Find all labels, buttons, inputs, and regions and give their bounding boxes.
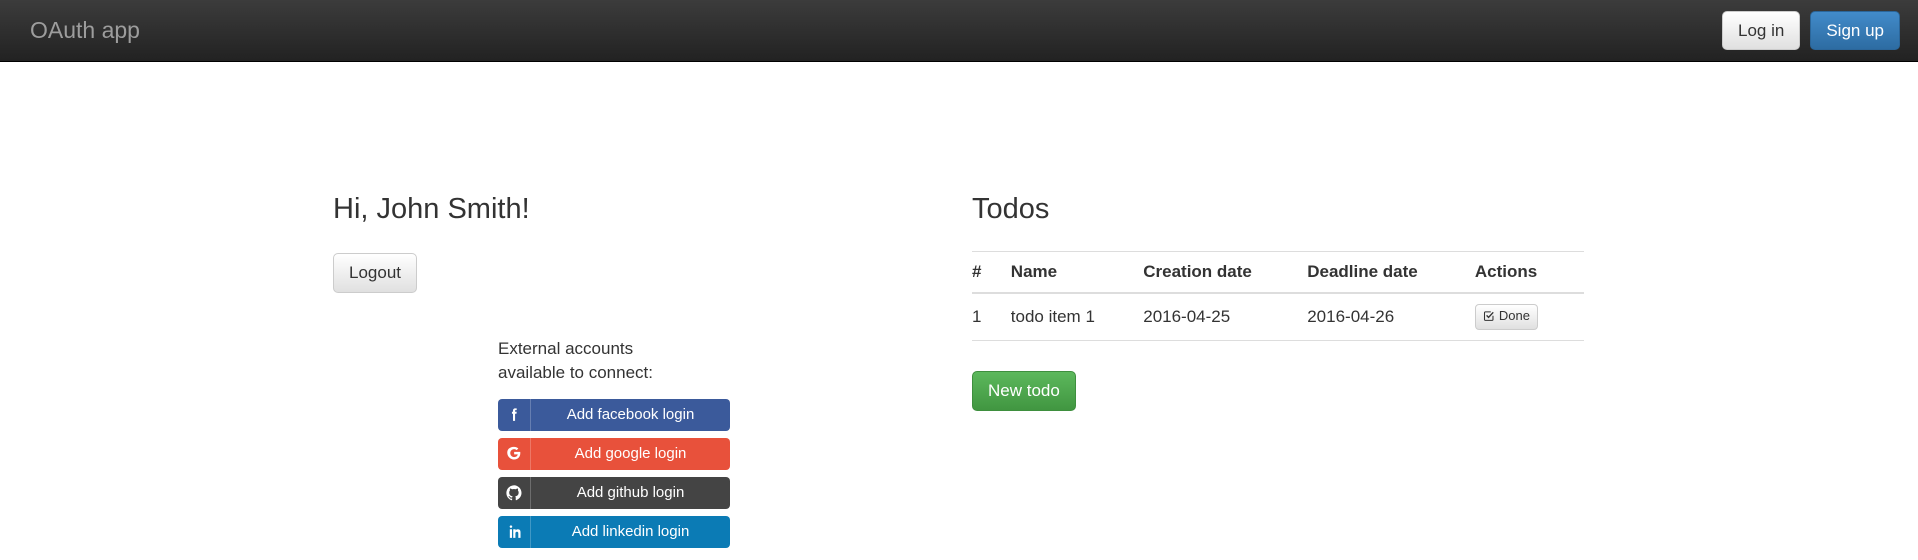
cell-number: 1 <box>972 292 1011 342</box>
add-linkedin-login-label: Add linkedin login <box>571 522 690 540</box>
cell-creation-date: 2016-04-25 <box>1143 292 1308 342</box>
todos-header-row: # Name Creation date Deadline date Actio… <box>972 250 1584 294</box>
column-header-deadline-date: Deadline date <box>1307 250 1475 294</box>
check-square-icon <box>1483 309 1495 327</box>
todos-panel: Todos # Name Creation date Deadline date… <box>972 193 1584 411</box>
navbar-actions: Log in Sign up <box>1722 0 1900 61</box>
new-todo-button[interactable]: New todo <box>972 371 1076 411</box>
new-todo-wrapper: New todo <box>972 371 1584 411</box>
page-container: Hi, John Smith! Logout External accounts… <box>0 62 1918 560</box>
cell-name: todo item 1 <box>1010 292 1144 342</box>
todos-table-body: 1 todo item 1 2016-04-25 2016-04-26 Done <box>972 292 1584 342</box>
todos-heading: Todos <box>972 193 1050 225</box>
navbar-brand-link[interactable]: OAuth app <box>15 0 155 61</box>
add-facebook-login-label: Add facebook login <box>566 405 695 423</box>
add-github-login-button[interactable]: Add github login <box>498 476 730 509</box>
linkedin-icon <box>498 515 531 548</box>
column-header-actions: Actions <box>1474 250 1584 294</box>
external-accounts-label: External accounts available to connect: <box>498 338 653 383</box>
external-accounts-section: External accounts available to connect: … <box>498 337 783 548</box>
table-row: 1 todo item 1 2016-04-25 2016-04-26 Done <box>972 292 1584 342</box>
add-linkedin-login-button[interactable]: Add linkedin login <box>498 515 730 548</box>
mark-done-button[interactable]: Done <box>1474 303 1538 331</box>
account-panel: Hi, John Smith! Logout External accounts… <box>333 193 773 555</box>
column-header-number: # <box>972 250 1011 294</box>
sign-up-button[interactable]: Sign up <box>1810 10 1900 51</box>
cell-actions: Done <box>1474 292 1584 342</box>
facebook-icon <box>498 398 531 431</box>
top-navbar: OAuth app Log in Sign up <box>0 0 1918 62</box>
cell-deadline-date: 2016-04-26 <box>1307 292 1475 342</box>
add-facebook-login-button[interactable]: Add facebook login <box>498 398 730 431</box>
add-google-login-label: Add google login <box>574 444 687 462</box>
social-provider-list: Add facebook login Add google login Add … <box>498 398 783 548</box>
log-in-button[interactable]: Log in <box>1722 10 1801 51</box>
todos-table-head: # Name Creation date Deadline date Actio… <box>972 250 1584 294</box>
logout-button-wrapper: Logout <box>333 252 773 293</box>
column-header-creation-date: Creation date <box>1143 250 1308 294</box>
column-header-name: Name <box>1010 250 1144 294</box>
todos-table: # Name Creation date Deadline date Actio… <box>972 250 1584 342</box>
logout-button[interactable]: Logout <box>333 252 417 293</box>
google-icon <box>498 437 531 470</box>
add-github-login-label: Add github login <box>576 483 685 501</box>
add-google-login-button[interactable]: Add google login <box>498 437 730 470</box>
github-icon <box>498 476 531 509</box>
greeting-heading: Hi, John Smith! <box>333 193 530 225</box>
mark-done-label: Done <box>1498 307 1530 323</box>
